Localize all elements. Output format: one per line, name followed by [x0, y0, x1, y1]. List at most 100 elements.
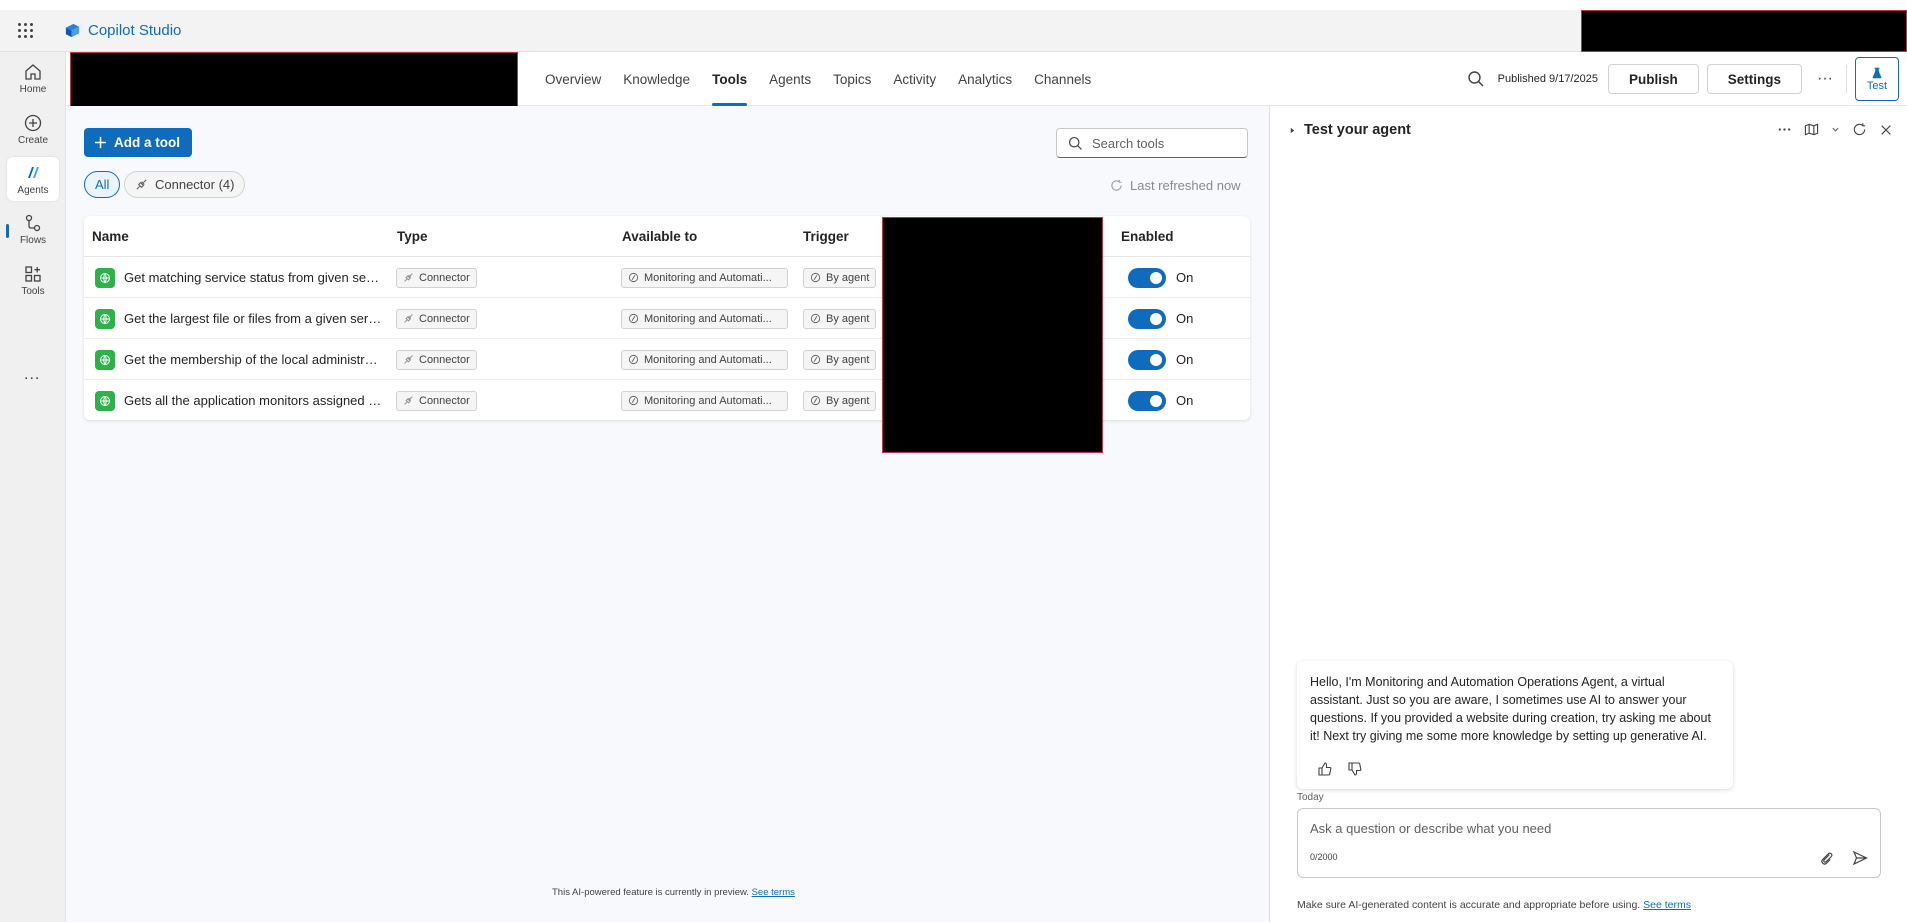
see-terms-link[interactable]: See terms: [752, 887, 795, 898]
tool-name-link[interactable]: Gets all the application monitors assign…: [124, 393, 382, 408]
tool-name-link[interactable]: Get matching service status from given s…: [124, 270, 382, 285]
tab-agents[interactable]: Agents: [758, 52, 822, 106]
agent-slash-icon: [628, 272, 639, 283]
app-brand[interactable]: Copilot Studio: [64, 22, 181, 39]
tool-name-link[interactable]: Get the membership of the local administ…: [124, 352, 382, 367]
agent-message-text: Hello, I'm Monitoring and Automation Ope…: [1310, 675, 1711, 743]
enabled-label: On: [1176, 270, 1194, 285]
enabled-label: On: [1176, 311, 1194, 326]
column-type[interactable]: Type: [397, 229, 428, 244]
more-options-button[interactable]: ···: [1810, 70, 1840, 88]
published-date: Published 9/17/2025: [1497, 73, 1598, 85]
app-launcher-button[interactable]: [0, 10, 50, 52]
type-tag: Connector: [396, 390, 477, 411]
redacted-region: [1581, 10, 1907, 52]
search-icon[interactable]: [1466, 69, 1486, 89]
test-panel-header[interactable]: Test your agent: [1289, 122, 1411, 138]
rail-item-home[interactable]: Home: [7, 56, 59, 100]
tab-channels[interactable]: Channels: [1023, 52, 1102, 106]
trigger-tag: By agent: [803, 349, 877, 370]
chevron-down-icon[interactable]: [1831, 125, 1840, 134]
tab-tools[interactable]: Tools: [701, 52, 758, 106]
search-tools-box[interactable]: [1056, 128, 1248, 158]
publish-button[interactable]: Publish: [1607, 64, 1699, 94]
copilot-studio-logo-icon: [65, 23, 80, 38]
tool-globe-icon: [95, 390, 115, 411]
tool-globe-icon: [95, 349, 115, 370]
plus-icon: [94, 136, 107, 149]
type-label: Connector: [419, 353, 470, 366]
flask-icon: [1872, 67, 1882, 79]
chat-input[interactable]: [1310, 821, 1810, 836]
map-icon[interactable]: [1804, 122, 1819, 137]
tab-overview[interactable]: Overview: [534, 52, 612, 106]
flows-icon: [25, 214, 41, 231]
home-icon: [25, 63, 41, 80]
attach-icon[interactable]: [1819, 851, 1834, 866]
column-enabled[interactable]: Enabled: [1121, 229, 1174, 244]
last-refreshed-label: Last refreshed now: [1130, 178, 1241, 193]
agent-slash-icon: [628, 395, 639, 406]
test-button[interactable]: Test: [1855, 57, 1899, 101]
close-icon[interactable]: [1879, 123, 1893, 137]
connector-icon: [404, 314, 413, 323]
tool-globe-icon: [95, 267, 115, 288]
availability-tag: Monitoring and Automati...: [621, 390, 788, 411]
test-panel-title: Test your agent: [1304, 122, 1411, 138]
column-available-to[interactable]: Available to: [622, 229, 697, 244]
agent-slash-icon: [810, 354, 821, 365]
enabled-toggle[interactable]: [1128, 308, 1166, 329]
connector-icon: [404, 273, 413, 282]
connector-icon: [404, 355, 413, 364]
connector-icon: [404, 396, 413, 405]
tool-name-link[interactable]: Get the largest file or files from a giv…: [124, 311, 382, 326]
column-trigger[interactable]: Trigger: [803, 229, 849, 244]
type-tag: Connector: [396, 308, 477, 329]
tab-knowledge[interactable]: Knowledge: [612, 52, 701, 106]
agent-slash-icon: [628, 354, 639, 365]
agent-slash-icon: [810, 272, 821, 283]
trigger-label: By agent: [826, 353, 870, 366]
rail-item-agents[interactable]: Agents: [7, 157, 59, 201]
char-counter: 0/2000: [1310, 852, 1338, 862]
rail-more-button[interactable]: ...: [24, 366, 40, 384]
plus-circle-icon: [24, 114, 42, 131]
column-name[interactable]: Name: [92, 229, 129, 244]
enabled-label: On: [1176, 352, 1194, 367]
more-icon[interactable]: [1777, 122, 1792, 137]
refresh-icon: [1111, 179, 1122, 191]
search-tools-input[interactable]: [1092, 135, 1242, 151]
filter-all[interactable]: All: [84, 171, 121, 198]
availability-label: Monitoring and Automati...: [644, 353, 772, 366]
enabled-toggle[interactable]: [1128, 390, 1166, 411]
type-tag: Connector: [396, 267, 477, 288]
availability-tag: Monitoring and Automati...: [621, 308, 788, 329]
add-tool-button[interactable]: Add a tool: [84, 128, 192, 157]
rail-item-tools[interactable]: Tools: [7, 258, 59, 302]
filter-connector[interactable]: Connector (4): [124, 171, 246, 198]
settings-button[interactable]: Settings: [1706, 64, 1802, 94]
see-terms-link[interactable]: See terms: [1643, 899, 1691, 911]
enabled-label: On: [1176, 393, 1194, 408]
refresh-icon[interactable]: [1852, 122, 1867, 137]
rail-item-label: Flows: [19, 234, 47, 246]
filter-connector-label: Connector (4): [155, 177, 235, 192]
tab-topics[interactable]: Topics: [822, 52, 882, 106]
tab-activity[interactable]: Activity: [882, 52, 947, 106]
enabled-toggle[interactable]: [1128, 267, 1166, 288]
send-icon[interactable]: [1852, 850, 1868, 866]
availability-tag: Monitoring and Automati...: [621, 267, 788, 288]
caret-right-icon: [1290, 127, 1295, 133]
agent-message: Hello, I'm Monitoring and Automation Ope…: [1297, 661, 1733, 789]
trigger-label: By agent: [826, 394, 870, 407]
thumbs-up-icon[interactable]: [1317, 761, 1333, 777]
tab-analytics[interactable]: Analytics: [947, 52, 1023, 106]
test-agent-panel: Test your agent Hello, I'm Monitoring an…: [1269, 106, 1907, 922]
ai-disclaimer-text: Make sure AI-generated content is accura…: [1297, 899, 1641, 911]
thumbs-down-icon[interactable]: [1347, 761, 1363, 777]
enabled-toggle[interactable]: [1128, 349, 1166, 370]
rail-item-create[interactable]: Create: [7, 107, 59, 151]
last-refreshed[interactable]: Last refreshed now: [1110, 178, 1241, 193]
rail-item-flows[interactable]: Flows: [7, 207, 59, 251]
chat-input-box[interactable]: 0/2000: [1297, 808, 1881, 878]
